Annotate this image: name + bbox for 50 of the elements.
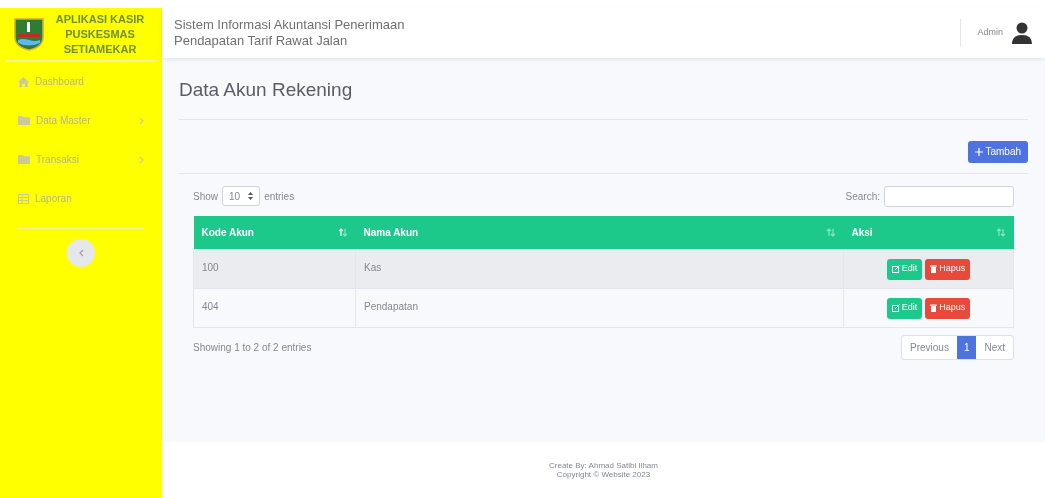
sidebar-toggle-button[interactable] — [67, 239, 95, 267]
folder-icon — [18, 155, 30, 164]
sidebar-item[interactable]: Laporan — [18, 179, 144, 218]
page-size-select[interactable]: 10 — [222, 186, 261, 206]
sidebar-item[interactable]: Data Master — [18, 101, 144, 140]
chevron-right-icon — [139, 155, 144, 164]
trash-icon — [930, 265, 938, 273]
next-button[interactable]: Next — [976, 336, 1013, 359]
show-label: Show — [193, 189, 218, 204]
table-cell: Kas — [355, 249, 844, 289]
table-cell: 100 — [193, 249, 356, 289]
sidebar-item[interactable]: Transaksi — [18, 140, 144, 179]
column-header[interactable]: Kode Akun — [193, 215, 356, 250]
plus-icon — [975, 147, 984, 156]
sort-icon — [825, 227, 836, 237]
sidebar-item[interactable]: Dashboard — [18, 62, 144, 101]
search-label: Search: — [845, 189, 880, 204]
column-header[interactable]: Aksi — [843, 215, 1014, 250]
chevron-left-icon — [78, 249, 84, 257]
entries-info: Showing 1 to 2 of 2 entries — [193, 341, 312, 355]
select-arrows-icon — [248, 192, 254, 200]
chevron-right-icon — [139, 116, 144, 125]
user-icon — [1011, 22, 1033, 44]
add-button[interactable]: Tambah — [968, 140, 1028, 163]
search-field[interactable] — [884, 185, 1014, 207]
footer-text: Copyright © Website 2023 — [556, 470, 651, 479]
logo-icon — [12, 17, 46, 51]
edit-button[interactable]: Edit — [886, 258, 923, 280]
column-header[interactable]: Nama Akun — [355, 215, 844, 250]
sort-icon — [337, 227, 348, 237]
delete-button[interactable]: Hapus — [925, 297, 971, 319]
edit-button[interactable]: Edit — [886, 297, 923, 319]
previous-button[interactable]: Previous — [901, 336, 957, 359]
page-button[interactable]: 1 — [956, 336, 977, 359]
system-title: Sistem Informasi Akuntansi Penerimaan Pendapatan Tarif Rawat Jalan — [174, 17, 406, 49]
table-cell: Pendapatan — [355, 288, 844, 328]
edit-icon — [891, 304, 900, 312]
trash-icon — [930, 304, 938, 312]
edit-icon — [891, 265, 900, 273]
folder-icon — [18, 116, 30, 125]
table-icon — [18, 193, 29, 204]
user-name: Admin — [977, 26, 1003, 40]
table-cell: 404 — [193, 288, 356, 328]
page-title: Data Akun Rekening — [179, 76, 1028, 120]
home-icon — [18, 76, 29, 87]
delete-button[interactable]: Hapus — [925, 258, 971, 280]
entries-label: entries — [264, 189, 295, 204]
footer-text: Create By: Ahmad Satibi Ilham — [549, 461, 658, 470]
app-title: APLIKASI KASIR PUSKESMAS SETIAMEKAR — [54, 11, 146, 57]
sort-icon — [995, 227, 1006, 237]
